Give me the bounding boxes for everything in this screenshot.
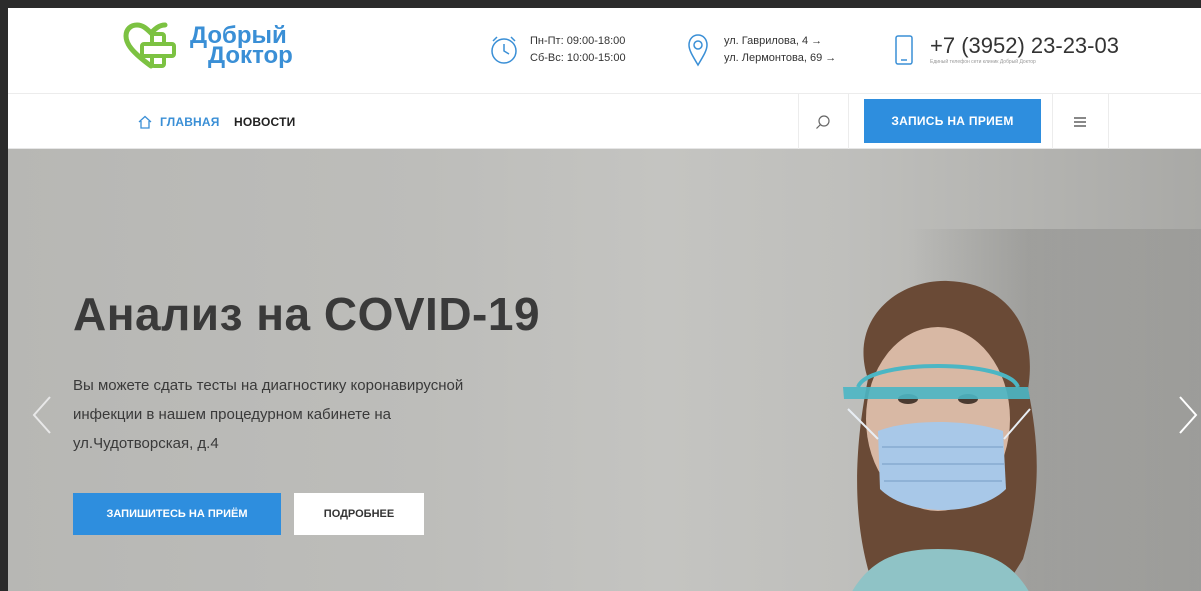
nav-item-home[interactable]: ГЛАВНАЯ xyxy=(138,94,220,149)
logo-heart-cross-icon xyxy=(123,22,176,69)
nav-item-news-label: НОВОСТИ xyxy=(234,114,296,129)
hero-description: Вы можете сдать тесты на диагностику кор… xyxy=(73,377,464,452)
phone-caption: Единый телефон сети клиник Добрый Доктор xyxy=(930,59,1036,65)
chevron-left-icon[interactable] xyxy=(30,393,54,437)
hero-title: Анализ на COVID-19 xyxy=(73,288,541,340)
nav-divider xyxy=(848,94,849,149)
addresses: ул. Гаврилова, 4 → ул. Лермонтова, 69 → xyxy=(678,30,836,70)
search-button[interactable] xyxy=(798,94,848,149)
menu-icon xyxy=(1074,116,1086,127)
map-pin-icon xyxy=(678,30,718,70)
menu-button[interactable] xyxy=(1052,94,1108,149)
logo-text: Добрый Доктор xyxy=(190,24,293,69)
home-icon xyxy=(138,115,152,129)
nav-item-news[interactable]: НОВОСТИ xyxy=(234,94,295,149)
phone-icon xyxy=(884,30,924,70)
nav-item-home-label: ГЛАВНАЯ xyxy=(160,114,220,129)
hours-weekend: Сб-Вс: 10:00-15:00 xyxy=(530,52,626,64)
hero-doctor-image xyxy=(843,280,1037,591)
hours-weekdays: Пн-Пт: 09:00-18:00 xyxy=(530,35,626,47)
appointment-button[interactable]: ЗАПИСЬ НА ПРИЕМ xyxy=(864,99,1041,143)
search-icon xyxy=(816,114,830,129)
top-header: Добрый Доктор Пн-Пт: 09:00-18:00 Сб-Вс: … xyxy=(8,8,1201,94)
hero-more-button[interactable]: ПОДРОБНЕЕ xyxy=(294,493,424,535)
clock-icon xyxy=(484,30,524,70)
chevron-right-icon[interactable] xyxy=(1176,393,1200,437)
page: Добрый Доктор Пн-Пт: 09:00-18:00 Сб-Вс: … xyxy=(8,8,1201,591)
address-link-1[interactable]: ул. Гаврилова, 4 → xyxy=(724,33,836,50)
working-hours: Пн-Пт: 09:00-18:00 Сб-Вс: 10:00-15:00 xyxy=(484,30,626,70)
hero-appointment-button[interactable]: ЗАПИШИТЕСЬ НА ПРИЁМ xyxy=(73,493,281,535)
phone-number[interactable]: +7 (3952) 23-23-03 xyxy=(930,34,1119,58)
main-nav: ГЛАВНАЯ НОВОСТИ ЗАПИСЬ НА ПРИЕМ xyxy=(8,94,1201,149)
nav-divider xyxy=(1108,94,1109,149)
hero-slider: Анализ на COVID-19 Вы можете сдать тесты… xyxy=(8,149,1201,591)
logo[interactable]: Добрый Доктор xyxy=(122,22,293,70)
phone-block: +7 (3952) 23-23-03 Единый телефон сети к… xyxy=(884,30,1119,70)
address-link-2[interactable]: ул. Лермонтова, 69 → xyxy=(724,50,836,67)
logo-line2: Доктор xyxy=(208,42,293,69)
